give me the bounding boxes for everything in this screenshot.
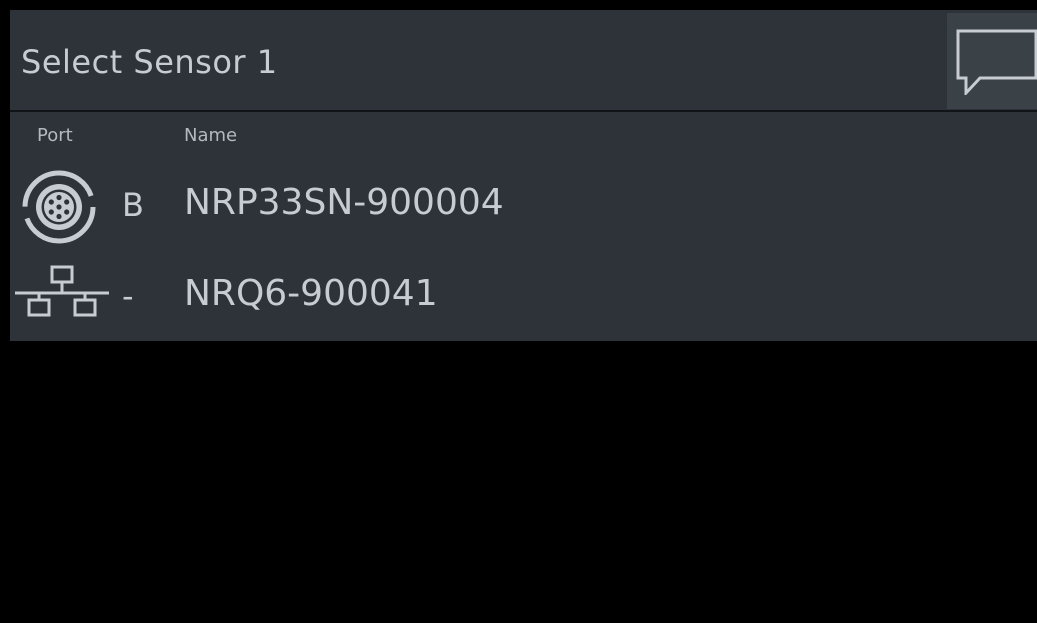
sensor-port: B (122, 186, 144, 224)
page-title: Select Sensor 1 (21, 43, 278, 81)
sensor-list: Port Name B NRP33SN-900004 - NRQ6-900041 (10, 112, 1037, 341)
select-sensor-screen: Select Sensor 1 Port Name B NRP33SN-9000… (0, 0, 1037, 623)
sensor-connector-icon (22, 170, 96, 244)
column-header-port: Port (37, 125, 73, 146)
sensor-row[interactable]: - NRQ6-900041 (10, 256, 1037, 340)
column-header-name: Name (184, 125, 238, 146)
title-bar: Select Sensor 1 (10, 10, 1037, 110)
message-button[interactable] (947, 13, 1037, 109)
network-icon (15, 265, 109, 317)
message-icon (956, 29, 1037, 95)
sensor-name: NRQ6-900041 (184, 273, 438, 314)
sensor-row[interactable]: B NRP33SN-900004 (10, 161, 1037, 245)
sensor-port: - (122, 277, 134, 315)
sensor-name: NRP33SN-900004 (184, 182, 504, 223)
